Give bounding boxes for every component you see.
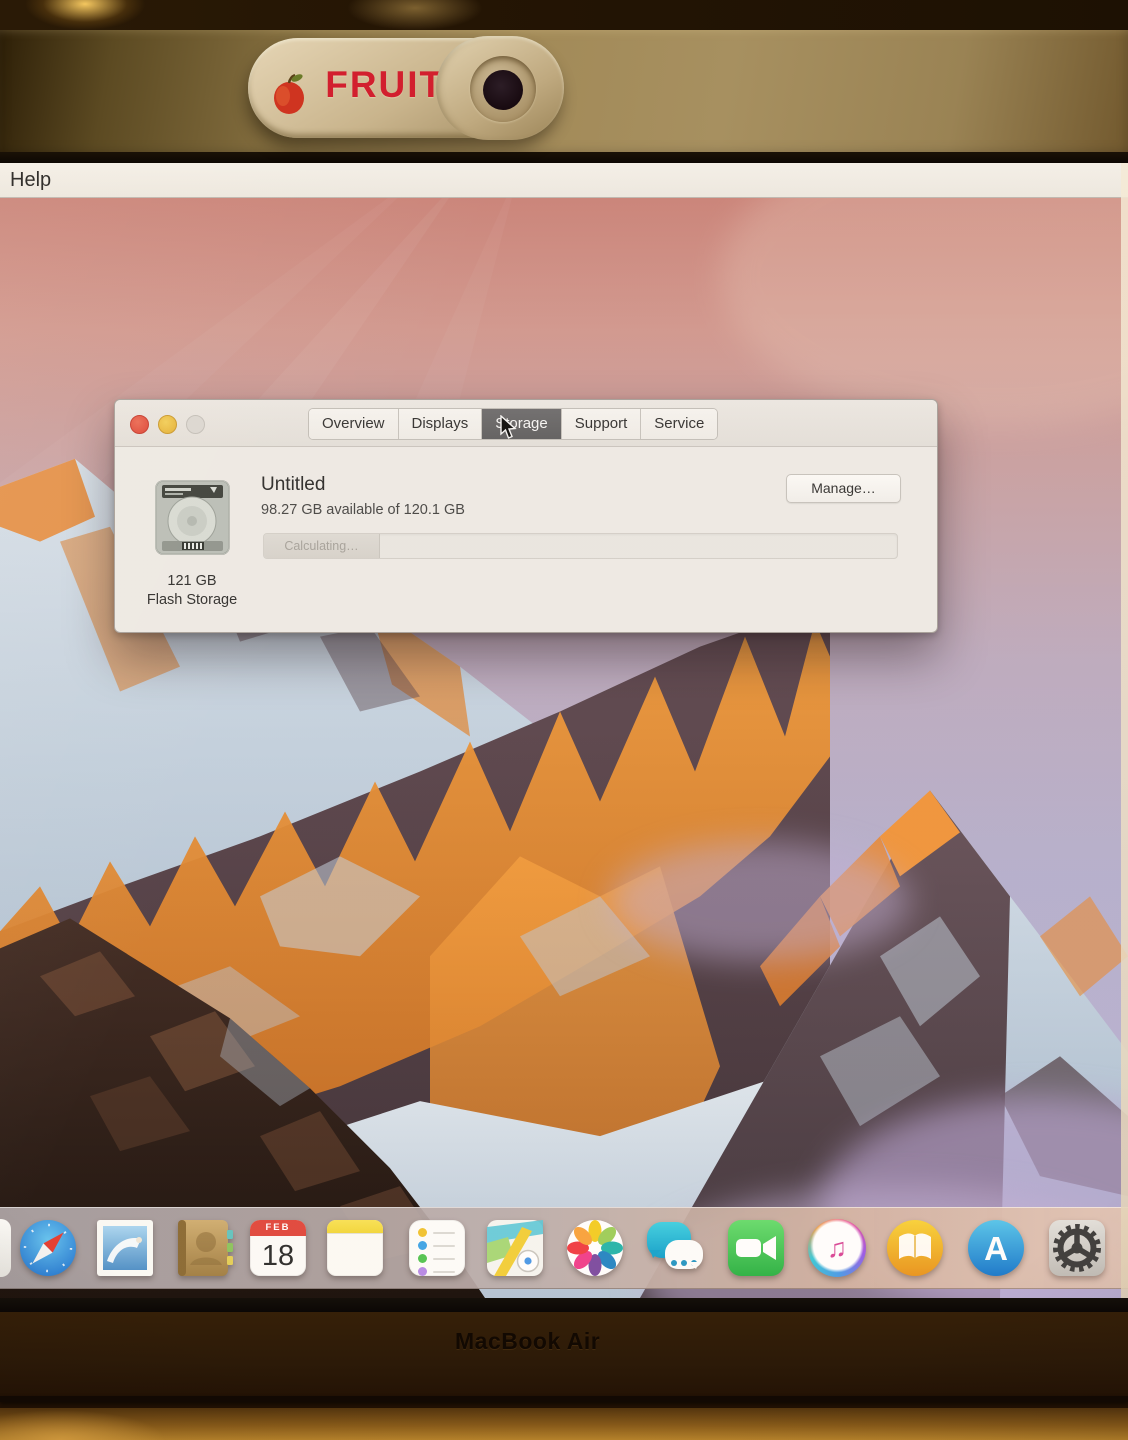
tab-displays[interactable]: Displays [399, 409, 483, 439]
tab-service[interactable]: Service [641, 409, 717, 439]
gear-icon [1046, 1217, 1108, 1279]
tab-overview[interactable]: Overview [309, 409, 399, 439]
dock-item-ibooks[interactable] [884, 1217, 946, 1279]
dock-item-reminders[interactable] [406, 1217, 468, 1279]
webcam-cover-slider [436, 36, 564, 140]
macbook-air-label: MacBook Air [455, 1328, 600, 1355]
calendar-month: FEB [250, 1220, 306, 1236]
dock-item-contacts[interactable] [172, 1217, 234, 1279]
storage-usage-bar: Calculating… [263, 533, 898, 559]
zoom-button[interactable] [186, 415, 205, 434]
dock-item-photos[interactable] [564, 1217, 626, 1279]
dock-item-itunes[interactable]: ♫ [806, 1217, 868, 1279]
dock-item-system-preferences[interactable] [1046, 1217, 1108, 1279]
laptop-front-edge [0, 1408, 1128, 1440]
dock-item-calendar[interactable]: FEB 18 [247, 1217, 309, 1279]
dock-item-app-store[interactable]: A [965, 1217, 1027, 1279]
room-background [0, 0, 1128, 34]
mouse-cursor [499, 415, 518, 441]
hard-drive-icon [154, 479, 231, 556]
notes-icon [327, 1220, 383, 1276]
minimize-button[interactable] [158, 415, 177, 434]
contacts-icon [172, 1217, 234, 1279]
menu-bar: Help [0, 163, 1128, 198]
dock-item-notes[interactable] [324, 1217, 386, 1279]
maps-icon [484, 1217, 546, 1279]
fruitz-apple-icon [270, 72, 310, 116]
dock-item-mail[interactable] [94, 1217, 156, 1279]
safari-icon [17, 1217, 79, 1279]
disk-size: 121 GB [122, 572, 262, 591]
itunes-icon: ♫ [808, 1219, 866, 1277]
svg-text:A: A [984, 1230, 1008, 1267]
disk-type: Flash Storage [122, 591, 262, 610]
manage-button[interactable]: Manage… [786, 474, 901, 503]
tab-support[interactable]: Support [562, 409, 642, 439]
ibooks-icon [884, 1217, 946, 1279]
dock-item-safari[interactable] [17, 1217, 79, 1279]
photos-icon [564, 1217, 626, 1279]
screen-bottom-edge [0, 1298, 1128, 1312]
laptop-bezel-bottom: MacBook Air [0, 1312, 1128, 1440]
music-note-glyph: ♫ [827, 1233, 847, 1263]
screen: Help Overview Displays Storage Support S… [0, 163, 1128, 1298]
close-button[interactable] [130, 415, 149, 434]
webcam-lens [483, 70, 523, 110]
calendar-icon: FEB 18 [250, 1220, 306, 1276]
messages-icon [644, 1217, 706, 1279]
calculating-segment: Calculating… [264, 534, 380, 558]
photo-background: FRUITZ [0, 0, 1128, 1440]
disk-available-text: 98.27 GB available of 120.1 GB [261, 502, 465, 518]
laptop-bezel-top [0, 30, 1128, 166]
dock-item-facetime[interactable] [725, 1217, 787, 1279]
mail-icon [94, 1217, 156, 1279]
dock-item-partial-icon[interactable] [0, 1219, 11, 1277]
facetime-icon [725, 1217, 787, 1279]
desktop-wallpaper [0, 197, 1128, 1298]
disk-capacity-label: 121 GB Flash Storage [122, 572, 262, 610]
window-title-bar[interactable]: Overview Displays Storage Support Servic… [115, 400, 937, 447]
disk-name: Untitled [261, 474, 325, 496]
laptop-hinge [0, 1396, 1128, 1402]
screen-edge-reflection [1121, 163, 1128, 1298]
app-store-icon: A [965, 1217, 1027, 1279]
dock-item-messages[interactable] [644, 1217, 706, 1279]
dock-item-maps[interactable] [484, 1217, 546, 1279]
calendar-day: 18 [250, 1236, 306, 1276]
menu-help-item[interactable]: Help [4, 163, 57, 197]
webcam-cover: FRUITZ [248, 38, 560, 138]
webcam-ring [470, 56, 536, 122]
about-this-mac-window: Overview Displays Storage Support Servic… [114, 399, 938, 633]
reminders-icon [409, 1220, 465, 1276]
tab-storage[interactable]: Storage [482, 409, 562, 439]
storage-tab-content: 121 GB Flash Storage Untitled 98.27 GB a… [115, 446, 937, 632]
dock: FEB 18 [0, 1207, 1128, 1289]
